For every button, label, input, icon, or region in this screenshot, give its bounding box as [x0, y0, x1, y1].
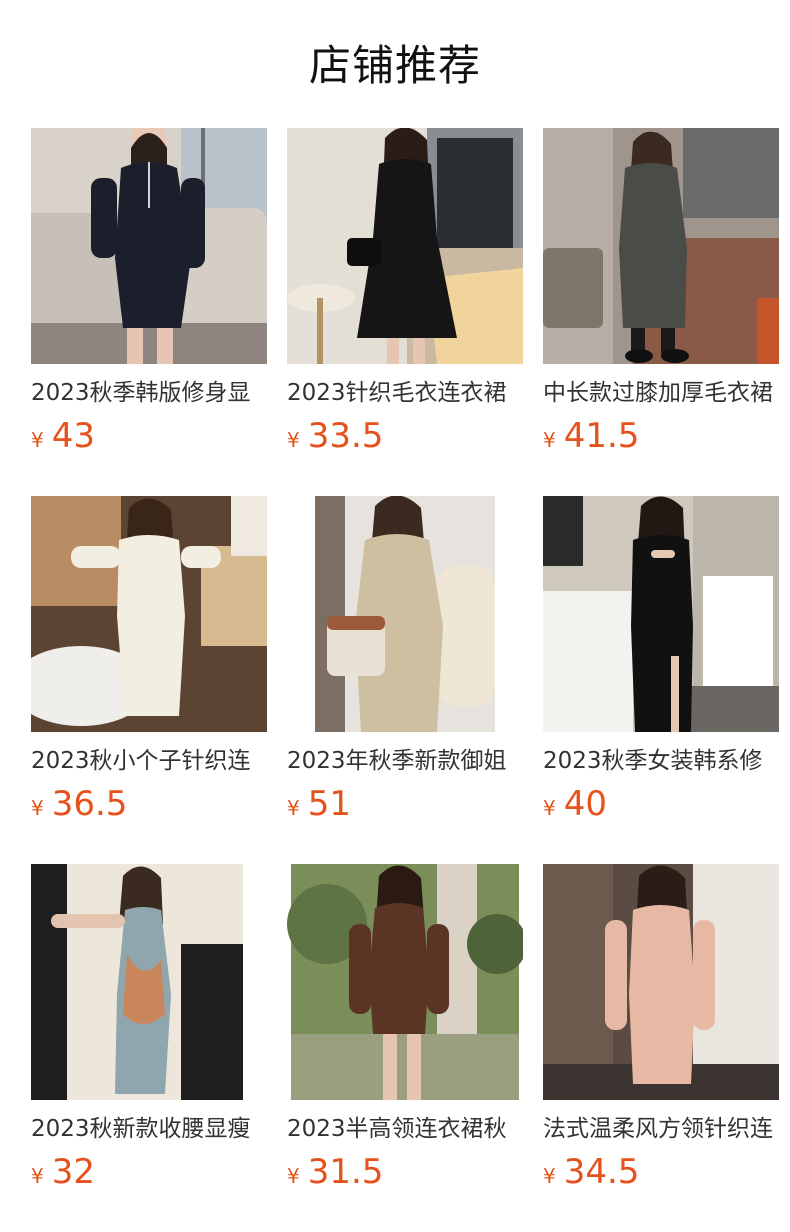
- product-name[interactable]: 2023年秋季新款御姐: [287, 746, 523, 776]
- product-image[interactable]: [31, 496, 267, 732]
- product-name[interactable]: 2023秋新款收腰显瘦: [31, 1114, 267, 1144]
- price-amount: 36.5: [51, 784, 128, 824]
- currency-symbol: ¥: [543, 796, 556, 820]
- product-image[interactable]: [287, 864, 523, 1100]
- product-card[interactable]: 中长款过膝加厚毛衣裙 ¥ 41.5: [543, 128, 779, 496]
- product-photo: [287, 496, 523, 732]
- product-price: ¥ 32: [31, 1152, 267, 1192]
- product-name[interactable]: 中长款过膝加厚毛衣裙: [543, 378, 779, 408]
- currency-symbol: ¥: [31, 1164, 44, 1188]
- price-amount: 33.5: [307, 416, 384, 456]
- product-card[interactable]: 2023半高领连衣裙秋 ¥ 31.5: [287, 864, 523, 1232]
- currency-symbol: ¥: [543, 1164, 556, 1188]
- product-photo: [543, 496, 779, 732]
- product-card[interactable]: 法式温柔风方领针织连 ¥ 34.5: [543, 864, 779, 1232]
- product-card[interactable]: 2023秋季韩版修身显 ¥ 43: [31, 128, 267, 496]
- page-title: 店铺推荐: [308, 41, 481, 90]
- product-price: ¥ 40: [543, 784, 779, 824]
- price-amount: 41.5: [563, 416, 640, 456]
- product-price: ¥ 36.5: [31, 784, 267, 824]
- product-name[interactable]: 2023秋小个子针织连: [31, 746, 267, 776]
- price-amount: 32: [51, 1152, 95, 1192]
- product-photo: [31, 496, 267, 732]
- price-amount: 34.5: [563, 1152, 640, 1192]
- product-image[interactable]: [543, 864, 779, 1100]
- currency-symbol: ¥: [543, 428, 556, 452]
- product-image[interactable]: [543, 496, 779, 732]
- product-image[interactable]: [31, 128, 267, 364]
- product-card[interactable]: 2023年秋季新款御姐 ¥ 51: [287, 496, 523, 864]
- product-name[interactable]: 2023半高领连衣裙秋: [287, 1114, 523, 1144]
- product-image[interactable]: [287, 128, 523, 364]
- product-photo: [287, 864, 523, 1100]
- product-photo: [31, 128, 267, 364]
- price-amount: 51: [307, 784, 351, 824]
- product-image[interactable]: [543, 128, 779, 364]
- price-amount: 31.5: [307, 1152, 384, 1192]
- product-photo: [287, 128, 523, 364]
- product-image[interactable]: [31, 864, 267, 1100]
- product-price: ¥ 51: [287, 784, 523, 824]
- product-name[interactable]: 2023秋季女装韩系修: [543, 746, 779, 776]
- currency-symbol: ¥: [287, 428, 300, 452]
- product-image[interactable]: [287, 496, 523, 732]
- currency-symbol: ¥: [287, 1164, 300, 1188]
- product-photo: [543, 864, 779, 1100]
- product-card[interactable]: 2023秋季女装韩系修 ¥ 40: [543, 496, 779, 864]
- product-price: ¥ 31.5: [287, 1152, 523, 1192]
- currency-symbol: ¥: [287, 796, 300, 820]
- product-card[interactable]: 2023针织毛衣连衣裙 ¥ 33.5: [287, 128, 523, 496]
- product-name[interactable]: 2023针织毛衣连衣裙: [287, 378, 523, 408]
- currency-symbol: ¥: [31, 428, 44, 452]
- price-amount: 43: [51, 416, 95, 456]
- product-price: ¥ 41.5: [543, 416, 779, 456]
- product-price: ¥ 34.5: [543, 1152, 779, 1192]
- price-amount: 40: [563, 784, 607, 824]
- product-photo: [31, 864, 267, 1100]
- product-card[interactable]: 2023秋小个子针织连 ¥ 36.5: [31, 496, 267, 864]
- product-name[interactable]: 法式温柔风方领针织连: [543, 1114, 779, 1144]
- product-name[interactable]: 2023秋季韩版修身显: [31, 378, 267, 408]
- product-card[interactable]: 2023秋新款收腰显瘦 ¥ 32: [31, 864, 267, 1232]
- currency-symbol: ¥: [31, 796, 44, 820]
- product-price: ¥ 43: [31, 416, 267, 456]
- product-price: ¥ 33.5: [287, 416, 523, 456]
- product-photo: [543, 128, 779, 364]
- product-grid: 2023秋季韩版修身显 ¥ 43 2023针织毛衣连衣裙 ¥ 33.5 中长款过…: [31, 128, 790, 1232]
